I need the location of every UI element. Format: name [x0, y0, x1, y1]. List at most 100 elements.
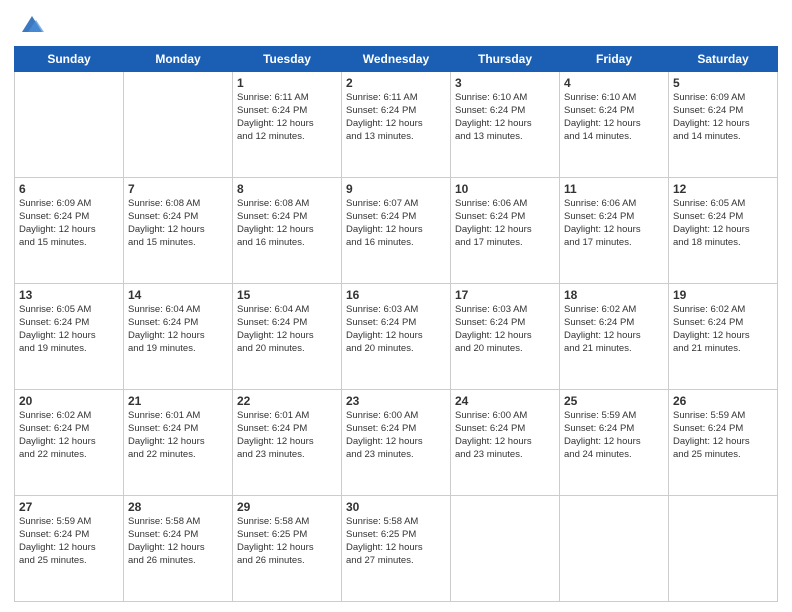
day-detail: Sunrise: 6:11 AM: [237, 92, 337, 105]
day-detail: and 13 minutes.: [455, 131, 555, 144]
calendar-cell: [669, 496, 778, 602]
day-detail: Daylight: 12 hours: [128, 436, 228, 449]
day-detail: Sunrise: 5:59 AM: [564, 410, 664, 423]
day-detail: and 19 minutes.: [19, 343, 119, 356]
calendar-cell: 3Sunrise: 6:10 AMSunset: 6:24 PMDaylight…: [451, 72, 560, 178]
day-detail: Sunset: 6:24 PM: [19, 423, 119, 436]
calendar-cell: 7Sunrise: 6:08 AMSunset: 6:24 PMDaylight…: [124, 178, 233, 284]
calendar-cell: [15, 72, 124, 178]
day-detail: Sunrise: 6:04 AM: [237, 304, 337, 317]
day-detail: and 14 minutes.: [673, 131, 773, 144]
day-detail: Sunset: 6:25 PM: [346, 529, 446, 542]
day-detail: Sunset: 6:24 PM: [346, 423, 446, 436]
day-detail: Daylight: 12 hours: [237, 224, 337, 237]
day-detail: and 19 minutes.: [128, 343, 228, 356]
calendar-row: 1Sunrise: 6:11 AMSunset: 6:24 PMDaylight…: [15, 72, 778, 178]
day-number: 21: [128, 393, 228, 409]
day-detail: Daylight: 12 hours: [455, 118, 555, 131]
day-detail: Sunset: 6:24 PM: [237, 317, 337, 330]
day-detail: Daylight: 12 hours: [673, 118, 773, 131]
calendar-cell: 29Sunrise: 5:58 AMSunset: 6:25 PMDayligh…: [233, 496, 342, 602]
day-detail: Sunset: 6:24 PM: [673, 423, 773, 436]
logo-icon: [18, 10, 46, 38]
day-number: 27: [19, 499, 119, 515]
calendar-row: 27Sunrise: 5:59 AMSunset: 6:24 PMDayligh…: [15, 496, 778, 602]
day-number: 1: [237, 75, 337, 91]
day-number: 22: [237, 393, 337, 409]
calendar-row: 20Sunrise: 6:02 AMSunset: 6:24 PMDayligh…: [15, 390, 778, 496]
day-number: 3: [455, 75, 555, 91]
weekday-header-cell: Tuesday: [233, 47, 342, 72]
calendar-cell: [124, 72, 233, 178]
day-detail: Daylight: 12 hours: [455, 436, 555, 449]
calendar-cell: 22Sunrise: 6:01 AMSunset: 6:24 PMDayligh…: [233, 390, 342, 496]
day-detail: and 13 minutes.: [346, 131, 446, 144]
weekday-header-row: SundayMondayTuesdayWednesdayThursdayFrid…: [15, 47, 778, 72]
day-detail: Sunrise: 6:07 AM: [346, 198, 446, 211]
day-detail: and 14 minutes.: [564, 131, 664, 144]
day-detail: and 22 minutes.: [128, 449, 228, 462]
day-detail: Sunset: 6:24 PM: [128, 423, 228, 436]
day-detail: and 21 minutes.: [673, 343, 773, 356]
day-detail: and 16 minutes.: [237, 237, 337, 250]
day-detail: Sunrise: 6:01 AM: [237, 410, 337, 423]
day-detail: Sunrise: 6:04 AM: [128, 304, 228, 317]
day-detail: and 20 minutes.: [237, 343, 337, 356]
day-detail: and 16 minutes.: [346, 237, 446, 250]
day-detail: Sunrise: 6:08 AM: [237, 198, 337, 211]
day-detail: Sunset: 6:24 PM: [673, 105, 773, 118]
day-detail: and 15 minutes.: [128, 237, 228, 250]
day-number: 5: [673, 75, 773, 91]
day-detail: Daylight: 12 hours: [455, 224, 555, 237]
day-detail: Sunset: 6:24 PM: [19, 529, 119, 542]
day-detail: and 24 minutes.: [564, 449, 664, 462]
day-detail: and 18 minutes.: [673, 237, 773, 250]
day-detail: Sunset: 6:24 PM: [19, 317, 119, 330]
day-detail: and 23 minutes.: [346, 449, 446, 462]
day-detail: Daylight: 12 hours: [19, 330, 119, 343]
day-detail: and 26 minutes.: [237, 555, 337, 568]
day-detail: Sunrise: 6:00 AM: [455, 410, 555, 423]
day-detail: and 26 minutes.: [128, 555, 228, 568]
day-detail: Sunset: 6:24 PM: [237, 211, 337, 224]
day-detail: Daylight: 12 hours: [128, 224, 228, 237]
day-number: 7: [128, 181, 228, 197]
day-detail: Sunrise: 6:02 AM: [673, 304, 773, 317]
day-detail: Daylight: 12 hours: [237, 330, 337, 343]
calendar-cell: 19Sunrise: 6:02 AMSunset: 6:24 PMDayligh…: [669, 284, 778, 390]
day-number: 14: [128, 287, 228, 303]
calendar-cell: 24Sunrise: 6:00 AMSunset: 6:24 PMDayligh…: [451, 390, 560, 496]
logo: [14, 10, 46, 38]
day-detail: Daylight: 12 hours: [237, 436, 337, 449]
calendar-cell: 14Sunrise: 6:04 AMSunset: 6:24 PMDayligh…: [124, 284, 233, 390]
day-detail: and 15 minutes.: [19, 237, 119, 250]
calendar-cell: 13Sunrise: 6:05 AMSunset: 6:24 PMDayligh…: [15, 284, 124, 390]
day-number: 9: [346, 181, 446, 197]
day-detail: and 17 minutes.: [564, 237, 664, 250]
day-detail: Sunrise: 6:09 AM: [19, 198, 119, 211]
day-detail: Sunrise: 6:09 AM: [673, 92, 773, 105]
day-detail: Daylight: 12 hours: [237, 118, 337, 131]
day-detail: Sunset: 6:24 PM: [455, 423, 555, 436]
day-number: 19: [673, 287, 773, 303]
day-detail: Sunset: 6:24 PM: [128, 211, 228, 224]
calendar-cell: 23Sunrise: 6:00 AMSunset: 6:24 PMDayligh…: [342, 390, 451, 496]
day-detail: and 12 minutes.: [237, 131, 337, 144]
day-detail: Sunset: 6:25 PM: [237, 529, 337, 542]
day-detail: Sunrise: 6:06 AM: [455, 198, 555, 211]
calendar-cell: 17Sunrise: 6:03 AMSunset: 6:24 PMDayligh…: [451, 284, 560, 390]
day-detail: Sunset: 6:24 PM: [564, 423, 664, 436]
day-number: 18: [564, 287, 664, 303]
day-detail: Daylight: 12 hours: [346, 542, 446, 555]
calendar-row: 6Sunrise: 6:09 AMSunset: 6:24 PMDaylight…: [15, 178, 778, 284]
day-detail: Sunrise: 6:00 AM: [346, 410, 446, 423]
day-detail: and 20 minutes.: [455, 343, 555, 356]
day-detail: Sunset: 6:24 PM: [346, 317, 446, 330]
day-detail: Sunset: 6:24 PM: [237, 423, 337, 436]
day-number: 25: [564, 393, 664, 409]
day-detail: Daylight: 12 hours: [19, 542, 119, 555]
calendar-cell: 10Sunrise: 6:06 AMSunset: 6:24 PMDayligh…: [451, 178, 560, 284]
calendar-cell: 2Sunrise: 6:11 AMSunset: 6:24 PMDaylight…: [342, 72, 451, 178]
day-detail: Sunset: 6:24 PM: [128, 317, 228, 330]
day-detail: Sunset: 6:24 PM: [455, 211, 555, 224]
